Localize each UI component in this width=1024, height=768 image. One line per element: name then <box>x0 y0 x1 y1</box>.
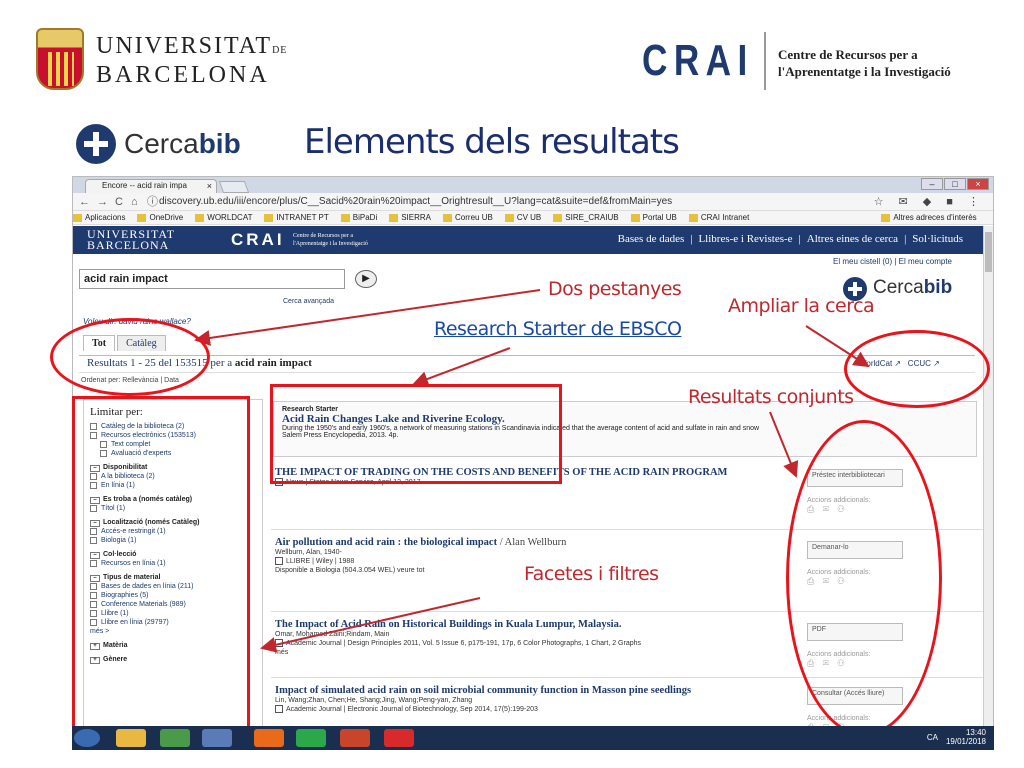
research-starter-highlight <box>270 384 562 484</box>
app-icon[interactable] <box>202 729 232 747</box>
expand-highlight <box>844 330 990 408</box>
firefox-icon[interactable] <box>254 729 284 747</box>
app2-icon[interactable] <box>384 729 414 747</box>
clock[interactable]: 13:40 19/01/2018 <box>946 728 986 746</box>
start-button[interactable] <box>74 729 100 747</box>
annotation-facets: Facetes i filtres <box>524 563 659 585</box>
annotation-starter: Research Starter de EBSCO <box>434 318 682 340</box>
chrome-icon[interactable] <box>160 729 190 747</box>
joint-results-highlight <box>786 420 942 736</box>
annotation-tabs: Dos pestanyes <box>548 278 682 300</box>
facets-highlight <box>72 396 250 732</box>
spotify-icon[interactable] <box>296 729 326 747</box>
clock-time: 13:40 <box>965 728 986 737</box>
tabs-highlight <box>50 318 210 396</box>
clock-date: 19/01/2018 <box>945 737 986 746</box>
powerpoint-icon[interactable] <box>340 729 370 747</box>
annotation-expand: Ampliar la cerca <box>728 295 875 317</box>
annotation-joint: Resultats conjunts <box>688 386 854 408</box>
explorer-icon[interactable] <box>116 729 146 747</box>
taskbar: CA 13:40 19/01/2018 <box>72 726 994 750</box>
language-indicator[interactable]: CA <box>927 733 938 742</box>
